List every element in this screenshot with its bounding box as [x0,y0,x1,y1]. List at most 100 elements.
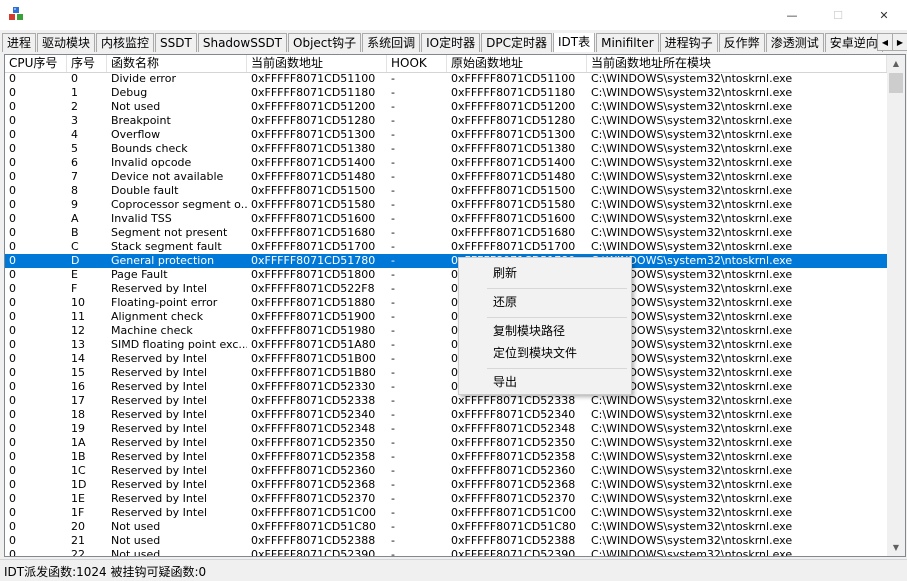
tab-12[interactable]: 反作弊 [718,33,765,52]
table-cell: C:\WINDOWS\system32\ntoskrnl.exe [591,548,793,557]
table-cell: C [71,240,79,253]
header-module[interactable]: 当前函数地址所在模块 [587,55,887,72]
menu-item-export[interactable]: 导出 [461,371,629,393]
table-cell: 0 [9,128,16,141]
table-cell: - [391,394,395,407]
table-row[interactable]: 0 7 Device not available 0xFFFFF8071CD51480… [5,170,887,184]
tab-13[interactable]: 渗透测试 [765,33,824,52]
table-row[interactable]: 0DGeneral protection0xFFFFF8071CD51780-0… [5,254,887,268]
table-cell: 14 [71,352,85,365]
table-cell: General protection [111,254,215,267]
table-row[interactable]: 0 17 Reserved by Intel 0xFFFFF8071CD52338 - 0… [5,394,887,408]
table-row[interactable]: 0 1F Reserved by Intel 0xFFFFF8071CD51C00 - 0… [5,506,887,520]
close-button[interactable]: ✕ [861,0,907,30]
menu-item-locate-module-file[interactable]: 定位到模块文件 [461,342,629,364]
table-cell: 0 [9,170,16,183]
tab-5[interactable]: Object钩子 [288,33,362,52]
table-cell: 0 [9,142,16,155]
menu-item-restore[interactable]: 还原 [461,291,629,313]
tab-3[interactable]: SSDT [155,33,197,52]
table-row[interactable]: 011Alignment check0xFFFFF8071CD51900-0xF… [5,310,887,324]
table-cell: 20 [71,520,85,533]
table-row[interactable]: 0 5 Bounds check 0xFFFFF8071CD51380 - 0xFFFFF… [5,142,887,156]
table-row[interactable]: 0 1D Reserved by Intel 0xFFFFF8071CD52368 - 0… [5,478,887,492]
table-row[interactable]: 0 1 Debug 0xFFFFF8071CD51180 - 0xFFFFF8071CD5… [5,86,887,100]
table-row[interactable]: 0 4 Overflow 0xFFFFF8071CD51300 - 0xFFFFF8071… [5,128,887,142]
table-row[interactable]: 0 1C Reserved by Intel 0xFFFFF8071CD52360 - 0… [5,464,887,478]
table-row[interactable]: 015Reserved by Intel0xFFFFF8071CD51B80-0… [5,366,887,380]
table-row[interactable]: 0 1B Reserved by Intel 0xFFFFF8071CD52358 - 0… [5,450,887,464]
header-original-address[interactable]: 原始函数地址 [447,55,587,72]
table-cell: 0xFFFFF8071CD51500 [451,184,576,197]
header-cpu-index[interactable]: CPU序号 [5,55,67,72]
scroll-up-arrow-icon[interactable]: ▲ [887,55,905,72]
table-cell: E [71,268,78,281]
tab-0[interactable]: 进程 [2,33,37,52]
table-cell: 0xFFFFF8071CD51400 [251,156,376,169]
table-cell: 0xFFFFF8071CD51600 [451,212,576,225]
vertical-scrollbar[interactable]: ▲ ▼ [887,55,905,556]
table-row[interactable]: 0 A Invalid TSS 0xFFFFF8071CD51600 - 0xFFFFF8… [5,212,887,226]
table-cell: Not used [111,548,161,557]
tab-8[interactable]: DPC定时器 [481,33,552,52]
table-row[interactable]: 0 2 Not used 0xFFFFF8071CD51200 - 0xFFFFF8071… [5,100,887,114]
table-cell: 0xFFFFF8071CD51700 [451,240,576,253]
header-hook[interactable]: HOOK [387,55,447,72]
idt-table[interactable]: CPU序号 序号 函数名称 当前函数地址 HOOK 原始函数地址 当前函数地址所在模块 00… [4,54,906,557]
table-row[interactable]: 0 C Stack segment fault 0xFFFFF8071CD51700 -… [5,240,887,254]
tab-11[interactable]: 进程钩子 [659,33,718,52]
scroll-down-arrow-icon[interactable]: ▼ [887,539,905,556]
table-row[interactable]: 016Reserved by Intel0xFFFFF8071CD52330-0… [5,380,887,394]
table-body: 0 0 Divide error 0xFFFFF8071CD51100-0xFFFFF… [5,72,887,557]
scrollbar-thumb[interactable] [889,73,903,93]
menu-item-copy-module-path[interactable]: 复制模块路径 [461,320,629,342]
tab-10[interactable]: Minifilter [596,33,659,52]
table-row[interactable]: 0 21 Not used 0xFFFFF8071CD52388 - 0xFFFFF807… [5,534,887,548]
table-cell: - [391,212,395,225]
table-cell: - [391,296,395,309]
tab-scroll-right-button[interactable]: ▶ [892,33,907,51]
table-row[interactable]: 0 10 Floating-point error 0xFFFFF8071CD5188… [5,296,887,310]
tab-7[interactable]: IO定时器 [421,33,481,52]
table-row[interactable]: 0 1A Reserved by Intel 0xFFFFF8071CD52350 - 0… [5,436,887,450]
maximize-button[interactable]: ☐ [815,0,861,30]
tab-2[interactable]: 内核监控 [96,33,155,52]
table-cell: - [391,198,395,211]
table-cell: C:\WINDOWS\system32\ntoskrnl.exe [591,478,793,491]
table-cell: 0xFFFFF8071CD51100 [451,72,576,85]
table-row[interactable]: 0 8 Double fault 0xFFFFF8071CD51500 - 0xFFFFF… [5,184,887,198]
tab-14[interactable]: 安卓逆向 [824,33,883,52]
table-cell: 0xFFFFF8071CD51500 [251,184,376,197]
table-row[interactable]: 0 1E Reserved by Intel 0xFFFFF8071CD52370 - 0… [5,492,887,506]
header-current-address[interactable]: 当前函数地址 [247,55,387,72]
tab-1[interactable]: 驱动模块 [37,33,96,52]
tab-4[interactable]: ShadowSSDT [197,33,288,52]
tab-6[interactable]: 系统回调 [362,33,421,52]
table-row[interactable]: 0 22 Not used 0xFFFFF8071CD52390 - 0xFFFFF807… [5,548,887,557]
table-row[interactable]: 0 19 Reserved by Intel 0xFFFFF8071CD52348 - 0… [5,422,887,436]
table-row[interactable]: 0FReserved by Intel0xFFFFF8071CD522F8-0x… [5,282,887,296]
table-cell: Debug [111,86,148,99]
minimize-button[interactable]: — [769,0,815,30]
table-row[interactable]: 0EPage Fault0xFFFFF8071CD51800-0xFFFFF80… [5,268,887,282]
menu-item-refresh[interactable]: 刷新 [461,262,629,284]
tab-9[interactable]: IDT表 [552,33,596,52]
header-index[interactable]: 序号 [67,55,107,72]
table-row[interactable]: 0 18 Reserved by Intel 0xFFFFF8071CD52340 - 0… [5,408,887,422]
table-cell: 0xFFFFF8071CD51A80 [251,338,376,351]
table-row[interactable]: 0 3 Breakpoint 0xFFFFF8071CD51280 - 0xFFFFF80… [5,114,887,128]
table-row[interactable]: 0 0 Divide error 0xFFFFF8071CD51100 - 0xFFFFF… [5,72,887,86]
table-row[interactable]: 012Machine check0xFFFFF8071CD51980-0xFFF… [5,324,887,338]
table-row[interactable]: 0 13 SIMD floating point exc... 0xFFFFF8071… [5,338,887,352]
table-cell: - [391,184,395,197]
table-row[interactable]: 0 6 Invalid opcode 0xFFFFF8071CD51400 - 0xFFF… [5,156,887,170]
tab-scroll-left-button[interactable]: ◀ [877,33,893,51]
table-row[interactable]: 014Reserved by Intel0xFFFFF8071CD51B00-0… [5,352,887,366]
header-function-name[interactable]: 函数名称 [107,55,247,72]
table-row[interactable]: 0 9 Coprocessor segment o... 0xFFFFF8071CD5… [5,198,887,212]
table-row[interactable]: 0 20 Not used 0xFFFFF8071CD51C80 - 0xFFFFF807… [5,520,887,534]
table-cell: 0 [9,492,16,505]
table-cell: 0 [9,464,16,477]
table-row[interactable]: 0 B Segment not present 0xFFFFF8071CD51680 -… [5,226,887,240]
table-cell: - [391,156,395,169]
